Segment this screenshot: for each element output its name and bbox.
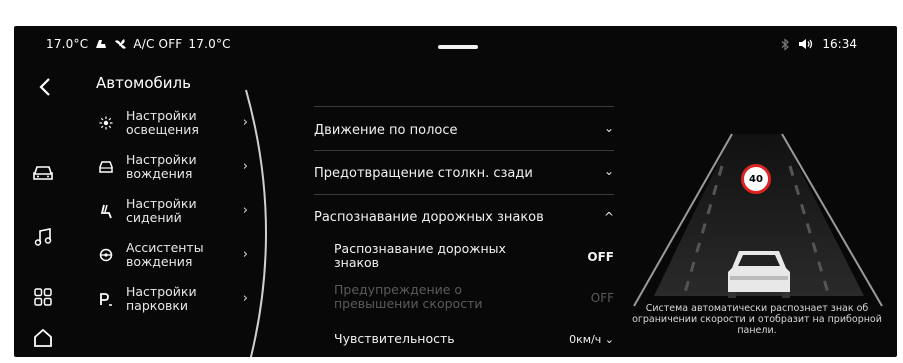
car-icon	[33, 166, 53, 180]
rail-item-car[interactable]	[28, 158, 58, 188]
speed-limit-value: 40	[749, 173, 763, 185]
category-item-parking[interactable]: Настройки парковки ›	[92, 278, 252, 320]
ac-status: A/C OFF	[133, 37, 183, 51]
driver-temperature: 17.0°C	[46, 37, 89, 51]
volume-icon[interactable]	[798, 38, 814, 50]
rail-item-apps[interactable]	[28, 282, 58, 312]
setting-lane-keeping[interactable]: Движение по полосе ⌄	[314, 121, 614, 139]
apps-grid-icon	[34, 288, 52, 306]
panel-arc-divider	[245, 89, 267, 357]
climate-status[interactable]: 17.0°C A/C OFF 17.0°C	[46, 37, 231, 51]
category-label: Ассистенты вождения	[126, 240, 204, 269]
parking-icon	[92, 292, 120, 306]
side-rail	[14, 62, 74, 357]
chevron-up-icon: ^	[603, 210, 614, 224]
dropdown-value: 0км/ч	[569, 333, 602, 346]
category-label: Настройки парковки	[126, 284, 197, 313]
category-label: Настройки сидений	[126, 196, 197, 225]
drag-handle[interactable]	[438, 45, 478, 49]
sub-setting-label: Распознавание дорожных знаков	[334, 241, 506, 270]
chevron-down-icon: ⌄	[603, 164, 614, 178]
seat-heat-icon	[96, 40, 107, 48]
category-item-driving[interactable]: Настройки вождения ›	[92, 146, 252, 188]
rail-item-music[interactable]	[28, 222, 58, 252]
setting-traffic-sign-recognition[interactable]: Распознавание дорожных знаков ^	[314, 208, 614, 226]
steering-wheel-icon	[92, 248, 120, 262]
category-item-assistants[interactable]: Ассистенты вождения ›	[92, 234, 252, 276]
sun-icon	[92, 116, 120, 130]
divider	[314, 194, 614, 195]
sensitivity-dropdown[interactable]: 0км/ч ⌄	[569, 333, 614, 346]
music-icon	[34, 228, 52, 246]
category-item-seats[interactable]: Настройки сидений ›	[92, 190, 252, 232]
setting-rear-collision[interactable]: Предотвращение столкн. сзади ⌄	[314, 164, 614, 182]
sub-setting-label: Чувствительность	[334, 331, 455, 346]
car-front-icon	[92, 160, 120, 174]
sub-setting-overspeed-warning: Предупреждение о превышении скорости OFF	[334, 283, 614, 313]
divider	[314, 106, 614, 107]
sub-setting-label: Предупреждение о превышении скорости	[334, 282, 483, 311]
illustration-caption: Система автоматически распознает знак об…	[632, 303, 882, 336]
toggle-value[interactable]: OFF	[587, 250, 614, 264]
page-title: Автомобиль	[96, 74, 191, 92]
car-illustration	[728, 251, 790, 298]
fan-icon	[115, 38, 127, 49]
status-right: 16:34	[781, 37, 857, 51]
toggle-value: OFF	[590, 291, 614, 305]
chevron-down-icon: ⌄	[603, 121, 614, 135]
sub-setting-sensitivity[interactable]: Чувствительность 0км/ч ⌄	[334, 332, 614, 350]
category-label: Настройки освещения	[126, 108, 199, 137]
setting-label: Движение по полосе	[314, 122, 458, 138]
home-icon	[34, 328, 52, 347]
infotainment-screen: 17.0°C A/C OFF 17.0°C 16:34 Автомобиль Н…	[14, 26, 897, 357]
passenger-temperature: 17.0°C	[188, 37, 231, 51]
category-item-lighting[interactable]: Настройки освещения ›	[92, 102, 252, 144]
status-bar: 17.0°C A/C OFF 17.0°C 16:34	[14, 26, 897, 62]
speed-limit-sign: 40	[741, 164, 771, 194]
sub-setting-tsr-toggle[interactable]: Распознавание дорожных знаков OFF	[334, 242, 614, 272]
bluetooth-icon	[782, 37, 790, 51]
category-label: Настройки вождения	[126, 152, 197, 181]
setting-label: Распознавание дорожных знаков	[314, 209, 544, 225]
setting-label: Предотвращение столкн. сзади	[314, 165, 533, 181]
clock: 16:34	[822, 37, 857, 51]
rail-item-home[interactable]	[28, 323, 58, 353]
chevron-down-icon: ⌄	[601, 333, 614, 346]
seat-icon	[92, 204, 120, 219]
divider	[314, 150, 614, 151]
